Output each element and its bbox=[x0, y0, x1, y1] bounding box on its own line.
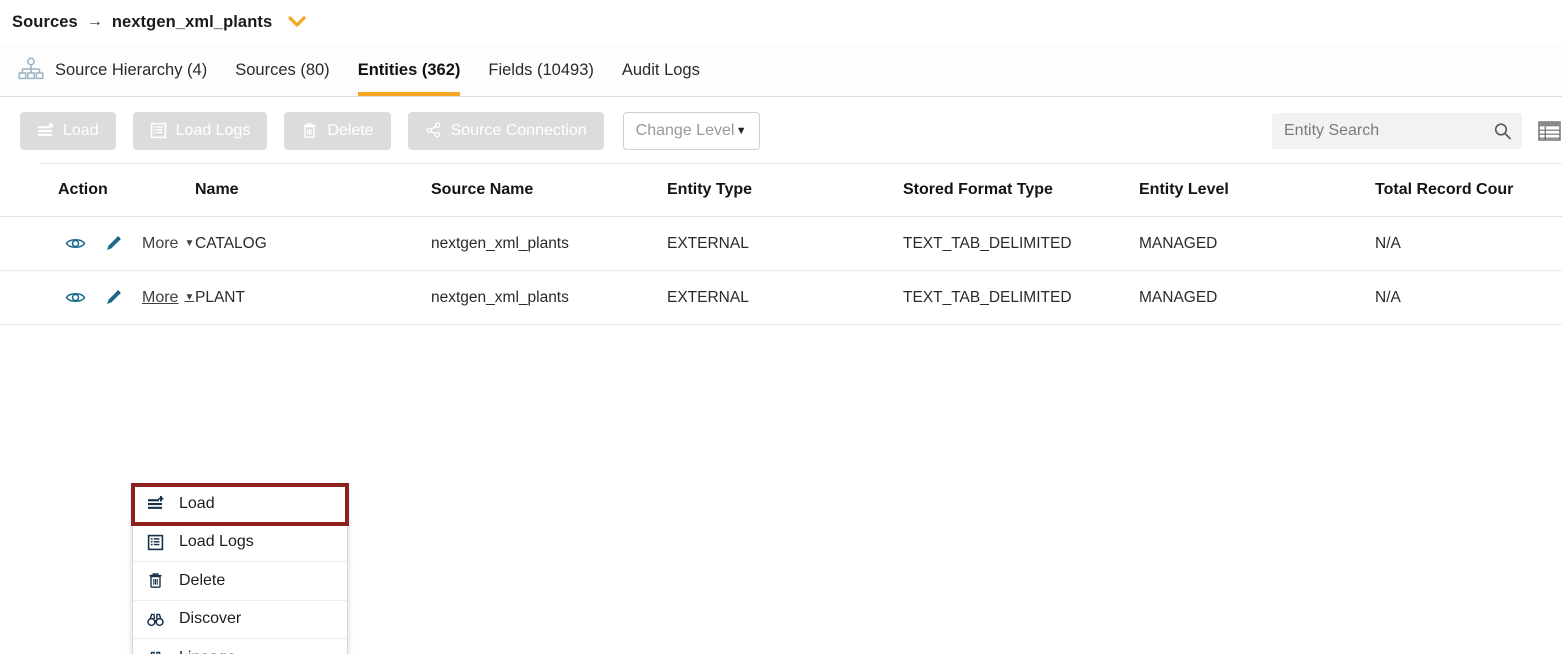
binoculars-icon bbox=[147, 649, 173, 654]
chevron-down-icon[interactable] bbox=[288, 16, 306, 28]
load-button[interactable]: Load bbox=[20, 111, 116, 150]
binoculars-icon bbox=[147, 611, 173, 628]
load-icon bbox=[147, 495, 173, 512]
eye-icon[interactable] bbox=[56, 233, 94, 254]
pencil-icon[interactable] bbox=[94, 233, 132, 254]
row-actions: More ▼ bbox=[0, 270, 195, 325]
button-label: Load bbox=[63, 121, 99, 139]
context-menu-item-discover[interactable]: Discover bbox=[133, 600, 347, 639]
context-menu-item-label: Load bbox=[179, 494, 215, 512]
row-actions: More ▼ bbox=[0, 216, 195, 271]
table-view-icon[interactable] bbox=[1538, 119, 1562, 143]
cell-source-name: nextgen_xml_plants bbox=[431, 270, 667, 325]
more-label: More bbox=[142, 234, 179, 252]
cell-name: CATALOG bbox=[195, 216, 431, 271]
button-label: Delete bbox=[327, 121, 374, 139]
tab-label: Entities (362) bbox=[357, 60, 461, 79]
caret-down-icon: ▼ bbox=[735, 124, 747, 137]
cell-total-record-count: N/A bbox=[1375, 216, 1562, 271]
col-source-name: Source Name bbox=[431, 164, 667, 217]
delete-button[interactable]: Delete bbox=[284, 111, 391, 150]
breadcrumb-root[interactable]: Sources bbox=[12, 13, 78, 32]
change-level-label: Change Level bbox=[635, 121, 735, 139]
entities-table-wrapper: Action Name Source Name Entity Type Stor… bbox=[0, 164, 1562, 654]
search-input[interactable] bbox=[1272, 112, 1522, 149]
cell-name: PLANT bbox=[195, 270, 431, 325]
cell-source-name: nextgen_xml_plants bbox=[431, 216, 667, 271]
load-logs-button[interactable]: Load Logs bbox=[132, 111, 268, 150]
tab-source-hierarchy[interactable]: Source Hierarchy (4) bbox=[14, 44, 221, 96]
cell-entity-level: MANAGED bbox=[1139, 270, 1375, 325]
entities-table: Action Name Source Name Entity Type Stor… bbox=[0, 164, 1562, 325]
button-label: Load Logs bbox=[175, 121, 251, 139]
context-menu-item-label: Load Logs bbox=[179, 533, 254, 551]
table-header-row: Action Name Source Name Entity Type Stor… bbox=[0, 164, 1562, 217]
breadcrumb-separator: → bbox=[86, 13, 103, 30]
context-menu-item-load-logs[interactable]: Load Logs bbox=[133, 523, 347, 562]
cell-stored-format-type: TEXT_TAB_DELIMITED bbox=[903, 270, 1139, 325]
col-name: Name bbox=[195, 164, 431, 217]
connection-icon bbox=[425, 122, 442, 139]
tab-label: Sources (80) bbox=[235, 60, 330, 79]
col-entity-type: Entity Type bbox=[667, 164, 903, 217]
load-logs-icon bbox=[150, 122, 167, 139]
col-stored-format-type: Stored Format Type bbox=[903, 164, 1139, 217]
hierarchy-icon bbox=[18, 57, 44, 83]
context-menu-item-label: Lineage bbox=[179, 649, 236, 654]
tab-label: Source Hierarchy (4) bbox=[55, 60, 208, 79]
trash-icon bbox=[147, 572, 173, 589]
tab-fields[interactable]: Fields (10493) bbox=[474, 44, 607, 96]
col-total-record-count: Total Record Cour bbox=[1375, 164, 1562, 217]
tab-label: Fields (10493) bbox=[488, 60, 594, 79]
more-dropdown-toggle[interactable]: More ▼ bbox=[142, 289, 194, 307]
row-context-menu: Load Load Logs Delete Discover bbox=[131, 483, 349, 654]
pencil-icon[interactable] bbox=[94, 287, 132, 308]
cell-total-record-count: N/A bbox=[1375, 270, 1562, 325]
breadcrumb: Sources → nextgen_xml_plants bbox=[0, 0, 1562, 44]
col-entity-level: Entity Level bbox=[1139, 164, 1375, 217]
more-dropdown-toggle[interactable]: More ▼ bbox=[142, 235, 194, 253]
caret-down-icon: ▼ bbox=[184, 237, 195, 249]
load-icon bbox=[37, 122, 54, 139]
tab-label: Audit Logs bbox=[621, 60, 700, 79]
cell-entity-type: EXTERNAL bbox=[667, 270, 903, 325]
cell-entity-type: EXTERNAL bbox=[667, 216, 903, 271]
button-label: Source Connection bbox=[450, 121, 587, 139]
entity-search-box[interactable] bbox=[1272, 112, 1522, 149]
search-icon[interactable] bbox=[1493, 121, 1512, 140]
tab-audit-logs[interactable]: Audit Logs bbox=[608, 44, 714, 96]
context-menu-item-label: Delete bbox=[179, 571, 226, 589]
table-header: Action Name Source Name Entity Type Stor… bbox=[0, 164, 1562, 217]
context-menu-item-label: Discover bbox=[179, 610, 242, 628]
context-menu-item-delete[interactable]: Delete bbox=[133, 562, 347, 601]
table-row[interactable]: More ▼ PLANT nextgen_xml_plants EXTERNAL… bbox=[0, 270, 1562, 325]
caret-down-icon: ▼ bbox=[184, 291, 195, 303]
tab-entities[interactable]: Entities (362) bbox=[344, 44, 475, 96]
more-label: More bbox=[142, 288, 179, 306]
context-menu-item-lineage[interactable]: Lineage bbox=[133, 639, 347, 654]
trash-icon bbox=[301, 122, 318, 139]
toolbar-right-group bbox=[1272, 112, 1562, 149]
tab-bar: Source Hierarchy (4) Sources (80) Entiti… bbox=[0, 44, 1562, 97]
breadcrumb-current[interactable]: nextgen_xml_plants bbox=[112, 13, 272, 32]
cell-entity-level: MANAGED bbox=[1139, 216, 1375, 271]
context-menu-item-load[interactable]: Load bbox=[131, 483, 349, 526]
eye-icon[interactable] bbox=[56, 287, 94, 308]
action-toolbar: Load Load Logs Delete Source Connection … bbox=[0, 97, 1562, 164]
load-logs-icon bbox=[147, 534, 173, 551]
table-row[interactable]: More ▼ CATALOG nextgen_xml_plants EXTERN… bbox=[0, 216, 1562, 271]
change-level-select[interactable]: Change Level ▼ bbox=[622, 111, 760, 150]
tab-sources[interactable]: Sources (80) bbox=[221, 44, 343, 96]
cell-stored-format-type: TEXT_TAB_DELIMITED bbox=[903, 216, 1139, 271]
source-connection-button[interactable]: Source Connection bbox=[407, 111, 604, 150]
col-action: Action bbox=[0, 164, 195, 217]
table-body: More ▼ CATALOG nextgen_xml_plants EXTERN… bbox=[0, 216, 1562, 325]
